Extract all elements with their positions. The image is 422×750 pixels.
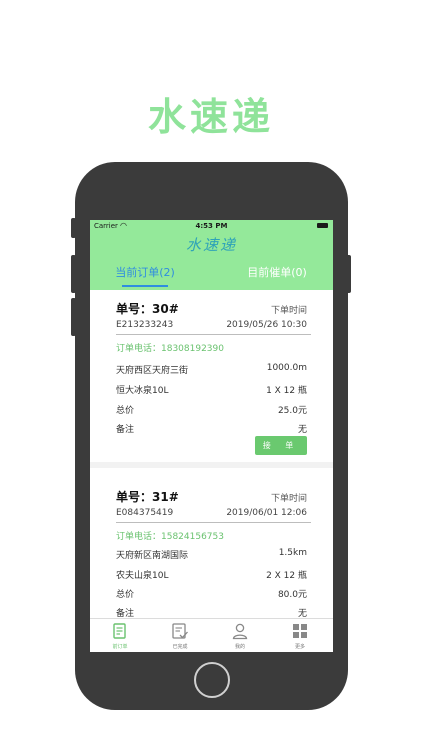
order-distance: 1000.0m xyxy=(266,363,307,373)
completed-icon xyxy=(172,623,188,639)
grid-icon xyxy=(293,624,307,638)
bottom-tab-bar: 前订单 已完成 我的 更多 xyxy=(90,618,333,652)
user-icon xyxy=(232,623,248,640)
order-total: 80.0元 xyxy=(277,590,307,600)
tab-label: 目前催单(0) xyxy=(247,266,307,279)
tab-bar-label: 我的 xyxy=(234,644,245,650)
status-bar: Carrier ◠ 4:53 PM xyxy=(90,220,333,232)
order-quantity: 2 X 12 瓶 xyxy=(266,571,307,581)
order-phone[interactable]: 订单电话：15824156753 xyxy=(116,529,224,542)
accept-order-button[interactable]: 接 单 xyxy=(255,436,307,455)
order-note: 无 xyxy=(297,425,307,435)
order-number: 单号：30# xyxy=(116,302,179,316)
status-time: 4:53 PM xyxy=(195,222,228,230)
tab-current-orders[interactable]: 当前订单(2) xyxy=(108,258,182,290)
app-header: 水速递 xyxy=(90,232,333,258)
promo-title: 水速递 xyxy=(147,95,274,139)
order-code: E213233243 xyxy=(116,320,174,330)
order-time-label: 下单时间 xyxy=(270,306,307,316)
phone-side-button xyxy=(71,218,76,238)
order-phone[interactable]: 订单电话：18308192390 xyxy=(116,341,224,354)
tab-bar-item-more[interactable]: 更多 xyxy=(270,619,330,652)
order-distance: 1.5km xyxy=(278,548,307,558)
order-product: 恒大冰泉10L xyxy=(116,386,169,396)
order-total: 25.0元 xyxy=(277,406,307,416)
phone-side-button xyxy=(346,255,351,293)
order-time: 2019/05/26 10:30 xyxy=(226,320,307,330)
order-code: E084375419 xyxy=(116,508,174,518)
phone-side-button xyxy=(71,255,76,293)
order-total-label: 总价 xyxy=(116,590,135,600)
order-total-label: 总价 xyxy=(116,406,135,416)
tab-bar-item-current-orders[interactable]: 前订单 xyxy=(90,619,150,652)
order-note-label: 备注 xyxy=(116,425,135,435)
order-list-icon xyxy=(113,623,126,639)
battery-icon xyxy=(317,223,328,228)
order-time-label: 下单时间 xyxy=(270,494,307,504)
home-button[interactable] xyxy=(194,662,230,698)
tab-bar-label: 更多 xyxy=(294,644,305,650)
order-divider xyxy=(116,522,311,523)
order-tabs: 当前订单(2) 目前催单(0) xyxy=(90,258,333,290)
tab-reminder-orders[interactable]: 目前催单(0) xyxy=(236,258,318,290)
tab-bar-item-profile[interactable]: 我的 xyxy=(210,619,270,652)
order-time: 2019/06/01 12:06 xyxy=(226,508,307,518)
order-quantity: 1 X 12 瓶 xyxy=(266,386,307,396)
order-divider xyxy=(116,334,311,335)
tab-bar-label: 前订单 xyxy=(112,644,128,650)
order-address: 天府新区南湖国际 xyxy=(116,551,189,561)
tab-bar-label: 已完成 xyxy=(172,644,188,650)
order-address: 天府西区天府三街 xyxy=(116,366,189,376)
phone-screen: Carrier ◠ 4:53 PM 水速递 当前订单(2) 目前催单(0) 单号… xyxy=(90,220,333,652)
order-number: 单号：31# xyxy=(116,490,179,504)
order-product: 农夫山泉10L xyxy=(116,571,169,581)
phone-side-button xyxy=(71,298,76,336)
order-card[interactable]: 单号：30# 下单时间 E213233243 2019/05/26 10:30 … xyxy=(90,290,333,462)
tab-bar-item-completed[interactable]: 已完成 xyxy=(150,619,210,652)
app-title: 水速递 xyxy=(185,236,237,254)
tab-active-indicator xyxy=(122,285,168,287)
tab-label: 当前订单(2) xyxy=(115,266,175,279)
